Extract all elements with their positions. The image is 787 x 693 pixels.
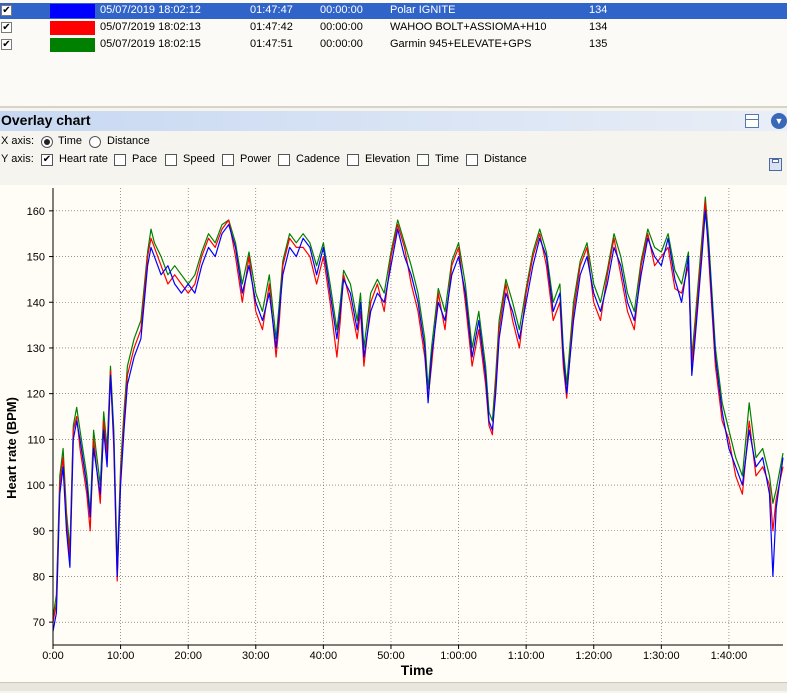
- x-tick-label: 20:00: [174, 650, 202, 662]
- x-tick-label: 50:00: [377, 650, 405, 662]
- y-axis-selector: Y axis: ✔ Heart rate Pace Speed Power Ca…: [0, 151, 787, 169]
- y-tick-label: 160: [27, 206, 45, 218]
- pace-option-label[interactable]: Pace: [132, 153, 157, 165]
- x-tick-label: 1:30:00: [643, 650, 680, 662]
- time-checkbox[interactable]: [417, 154, 429, 166]
- value-cell: 134: [589, 4, 608, 16]
- y-tick-label: 90: [33, 526, 45, 538]
- save-icon[interactable]: [769, 158, 782, 171]
- x-tick-label: 1:10:00: [508, 650, 545, 662]
- distance-checkbox[interactable]: [466, 154, 478, 166]
- speed-checkbox[interactable]: [165, 154, 177, 166]
- power-option-label[interactable]: Power: [240, 153, 271, 165]
- start-time-cell: 05/07/2019 18:02:12: [100, 4, 201, 16]
- device-cell: Polar IGNITE: [390, 4, 456, 16]
- chart-axes: [52, 188, 783, 646]
- y-axis-label: Y axis:: [1, 153, 34, 165]
- activity-row[interactable]: ✔ 05/07/2019 18:02:15 01:47:51 00:00:00 …: [0, 37, 787, 53]
- activity-row[interactable]: ✔ 05/07/2019 18:02:13 01:47:42 00:00:00 …: [0, 20, 787, 36]
- value-cell: 134: [589, 21, 608, 33]
- device-cell: Garmin 945+ELEVATE+GPS: [390, 38, 532, 50]
- x-tick-label: 30:00: [242, 650, 270, 662]
- color-swatch: [50, 21, 95, 35]
- panel-title: Overlay chart: [1, 112, 91, 128]
- device-cell: WAHOO BOLT+ASSIOMA+H10: [390, 21, 547, 33]
- y-tick-label: 140: [27, 297, 45, 309]
- x-tick-label: 1:40:00: [711, 650, 748, 662]
- y-axis-title: Heart rate (BPM): [4, 397, 19, 499]
- elevation-option-label[interactable]: Elevation: [365, 153, 410, 165]
- table-divider: [0, 106, 787, 108]
- duration-cell: 01:47:42: [250, 21, 293, 33]
- x-axis-title: Time: [401, 662, 434, 678]
- distance-radio[interactable]: [89, 136, 101, 148]
- x-tick-label: 40:00: [310, 650, 338, 662]
- activity-checkbox[interactable]: ✔: [1, 22, 12, 33]
- x-axis-label: X axis:: [1, 135, 35, 147]
- x-tick-label: 10:00: [107, 650, 135, 662]
- y-tick-label: 150: [27, 252, 45, 264]
- overlay-chart: 0:00 10:00 20:00 30:00 40:00 50:00 1:00:00 1:10…: [0, 185, 787, 690]
- x-tick-label: 1:00:00: [440, 650, 477, 662]
- layout-icon[interactable]: [745, 114, 759, 128]
- time-radio[interactable]: [41, 136, 53, 148]
- series-line: [52, 196, 784, 618]
- time-option-label[interactable]: Time: [58, 135, 82, 147]
- pause-cell: 00:00:00: [320, 21, 363, 33]
- cadence-checkbox[interactable]: [278, 154, 290, 166]
- activity-table: ✔ 05/07/2019 18:02:12 01:47:47 00:00:00 …: [0, 0, 787, 108]
- series-line: [52, 210, 784, 632]
- x-tick-label: 1:20:00: [575, 650, 612, 662]
- elevation-checkbox[interactable]: [347, 154, 359, 166]
- y-tick-label: 130: [27, 343, 45, 355]
- distance-option-label[interactable]: Distance: [107, 135, 150, 147]
- color-swatch: [50, 38, 95, 52]
- chevron-down-icon[interactable]: ▼: [771, 113, 787, 129]
- pause-cell: 00:00:00: [320, 4, 363, 16]
- activity-checkbox[interactable]: ✔: [1, 5, 12, 16]
- speed-option-label[interactable]: Speed: [183, 153, 215, 165]
- y-tick-label: 70: [33, 617, 45, 629]
- distance-option-label[interactable]: Distance: [484, 153, 527, 165]
- x-axis-selector: X axis: Time Distance: [0, 133, 787, 151]
- start-time-cell: 05/07/2019 18:02:13: [100, 21, 201, 33]
- chart-series: [52, 196, 784, 632]
- overlay-chart-header: Overlay chart ▼: [0, 111, 787, 131]
- value-cell: 135: [589, 38, 608, 50]
- y-tick-label: 100: [27, 480, 45, 492]
- y-tick-label: 80: [33, 571, 45, 583]
- y-tick-label: 110: [27, 434, 45, 446]
- duration-cell: 01:47:51: [250, 38, 293, 50]
- x-tick-label: 0:00: [42, 650, 63, 662]
- color-swatch: [50, 4, 95, 18]
- chart-grid: [52, 188, 783, 645]
- start-time-cell: 05/07/2019 18:02:15: [100, 38, 201, 50]
- time-option-label[interactable]: Time: [435, 153, 459, 165]
- power-checkbox[interactable]: [222, 154, 234, 166]
- activity-checkbox[interactable]: ✔: [1, 39, 12, 50]
- heart-rate-chart: 0:00 10:00 20:00 30:00 40:00 50:00 1:00:00 1:10…: [4, 188, 784, 678]
- pace-checkbox[interactable]: [114, 154, 126, 166]
- heart-rate-checkbox[interactable]: ✔: [41, 154, 53, 166]
- heart-rate-option-label[interactable]: Heart rate: [59, 153, 108, 165]
- activity-row[interactable]: ✔ 05/07/2019 18:02:12 01:47:47 00:00:00 …: [0, 3, 787, 19]
- y-tick-label: 120: [27, 389, 45, 401]
- cadence-option-label[interactable]: Cadence: [296, 153, 340, 165]
- duration-cell: 01:47:47: [250, 4, 293, 16]
- pause-cell: 00:00:00: [320, 38, 363, 50]
